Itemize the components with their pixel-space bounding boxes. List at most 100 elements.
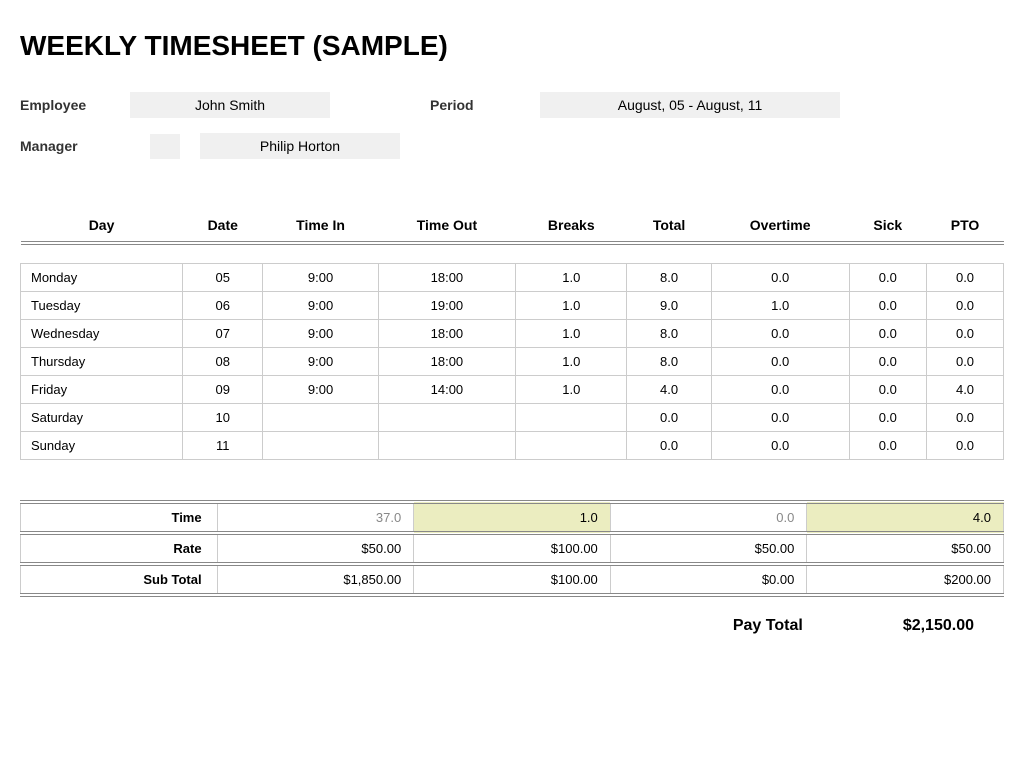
cell-overtime: 0.0 [711, 403, 849, 431]
cell-date: 05 [183, 263, 263, 291]
cell-breaks: 1.0 [516, 347, 627, 375]
summary-time-overtime: 1.0 [414, 502, 611, 533]
cell-sick: 0.0 [849, 403, 926, 431]
cell-pto: 0.0 [927, 403, 1004, 431]
cell-time_in: 9:00 [263, 263, 378, 291]
col-time-out: Time Out [378, 209, 515, 243]
cell-day: Sunday [21, 431, 183, 459]
cell-time_out: 14:00 [378, 375, 515, 403]
table-row: Monday059:0018:001.08.00.00.00.0 [21, 263, 1004, 291]
cell-sick: 0.0 [849, 347, 926, 375]
table-row: Thursday089:0018:001.08.00.00.00.0 [21, 347, 1004, 375]
manager-box-decor [150, 134, 180, 159]
cell-breaks: 1.0 [516, 319, 627, 347]
cell-overtime: 1.0 [711, 291, 849, 319]
cell-time_in [263, 403, 378, 431]
cell-time_in: 9:00 [263, 291, 378, 319]
summary-time-sick: 0.0 [610, 502, 807, 533]
pay-total-label: Pay Total [733, 617, 803, 635]
col-day: Day [21, 209, 183, 243]
summary-time-pto: 4.0 [807, 502, 1004, 533]
cell-pto: 0.0 [927, 347, 1004, 375]
summary-rate-label: Rate [21, 533, 218, 564]
cell-breaks: 1.0 [516, 375, 627, 403]
cell-sick: 0.0 [849, 375, 926, 403]
cell-date: 09 [183, 375, 263, 403]
pay-total-value: $2,150.00 [903, 617, 974, 635]
summary-time-label: Time [21, 502, 218, 533]
table-row: Saturday100.00.00.00.0 [21, 403, 1004, 431]
cell-overtime: 0.0 [711, 263, 849, 291]
cell-breaks: 1.0 [516, 291, 627, 319]
cell-pto: 0.0 [927, 263, 1004, 291]
cell-sick: 0.0 [849, 263, 926, 291]
cell-overtime: 0.0 [711, 431, 849, 459]
cell-date: 10 [183, 403, 263, 431]
cell-day: Monday [21, 263, 183, 291]
cell-day: Friday [21, 375, 183, 403]
summary-table: Time 37.0 1.0 0.0 4.0 Rate $50.00 $100.0… [20, 500, 1004, 597]
cell-total: 8.0 [627, 347, 711, 375]
cell-date: 11 [183, 431, 263, 459]
cell-overtime: 0.0 [711, 319, 849, 347]
cell-total: 0.0 [627, 431, 711, 459]
page-title: WEEKLY TIMESHEET (SAMPLE) [20, 30, 1004, 62]
cell-time_in: 9:00 [263, 347, 378, 375]
cell-overtime: 0.0 [711, 375, 849, 403]
cell-time_out: 18:00 [378, 263, 515, 291]
cell-time_out [378, 431, 515, 459]
summary-time-total: 37.0 [217, 502, 414, 533]
col-total: Total [627, 209, 711, 243]
summary-subtotal-sick: $0.00 [610, 564, 807, 595]
cell-day: Wednesday [21, 319, 183, 347]
cell-time_out: 19:00 [378, 291, 515, 319]
col-pto: PTO [927, 209, 1004, 243]
cell-day: Thursday [21, 347, 183, 375]
summary-rate-pto: $50.00 [807, 533, 1004, 564]
period-label: Period [430, 97, 520, 113]
cell-time_in [263, 431, 378, 459]
cell-date: 06 [183, 291, 263, 319]
cell-pto: 4.0 [927, 375, 1004, 403]
cell-day: Tuesday [21, 291, 183, 319]
cell-total: 0.0 [627, 403, 711, 431]
cell-time_out: 18:00 [378, 319, 515, 347]
cell-total: 8.0 [627, 319, 711, 347]
cell-time_out: 18:00 [378, 347, 515, 375]
manager-label: Manager [20, 138, 110, 154]
summary-subtotal-label: Sub Total [21, 564, 218, 595]
cell-time_in: 9:00 [263, 319, 378, 347]
cell-time_out [378, 403, 515, 431]
cell-total: 9.0 [627, 291, 711, 319]
summary-subtotal-total: $1,850.00 [217, 564, 414, 595]
cell-total: 4.0 [627, 375, 711, 403]
cell-time_in: 9:00 [263, 375, 378, 403]
cell-sick: 0.0 [849, 319, 926, 347]
cell-total: 8.0 [627, 263, 711, 291]
cell-date: 08 [183, 347, 263, 375]
employee-label: Employee [20, 97, 110, 113]
summary-rate-overtime: $100.00 [414, 533, 611, 564]
cell-overtime: 0.0 [711, 347, 849, 375]
summary-rate-sick: $50.00 [610, 533, 807, 564]
cell-sick: 0.0 [849, 291, 926, 319]
cell-pto: 0.0 [927, 431, 1004, 459]
table-row: Wednesday079:0018:001.08.00.00.00.0 [21, 319, 1004, 347]
col-date: Date [183, 209, 263, 243]
cell-day: Saturday [21, 403, 183, 431]
timesheet-table: Day Date Time In Time Out Breaks Total O… [20, 209, 1004, 460]
cell-pto: 0.0 [927, 319, 1004, 347]
period-value: August, 05 - August, 11 [540, 92, 840, 118]
cell-sick: 0.0 [849, 431, 926, 459]
cell-breaks [516, 403, 627, 431]
cell-breaks: 1.0 [516, 263, 627, 291]
col-breaks: Breaks [516, 209, 627, 243]
table-row: Tuesday069:0019:001.09.01.00.00.0 [21, 291, 1004, 319]
table-row: Sunday110.00.00.00.0 [21, 431, 1004, 459]
employee-value: John Smith [130, 92, 330, 118]
cell-breaks [516, 431, 627, 459]
col-overtime: Overtime [711, 209, 849, 243]
col-sick: Sick [849, 209, 926, 243]
summary-subtotal-pto: $200.00 [807, 564, 1004, 595]
summary-rate-total: $50.00 [217, 533, 414, 564]
